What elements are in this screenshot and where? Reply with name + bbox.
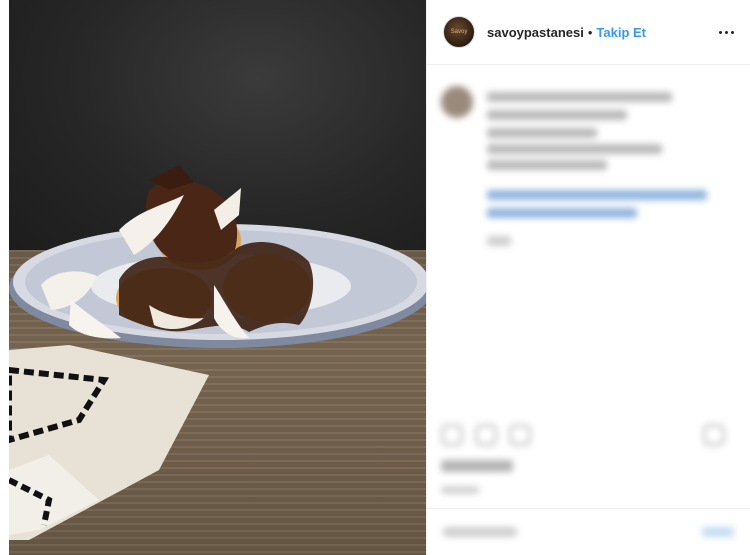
separator-dot: • xyxy=(587,24,593,40)
likes-count[interactable] xyxy=(441,460,513,472)
follow-button[interactable]: Takip Et xyxy=(596,25,646,40)
post-date xyxy=(441,486,479,494)
caption-line xyxy=(487,144,662,154)
comment-input[interactable] xyxy=(443,527,517,537)
caption-link[interactable] xyxy=(487,208,637,218)
post-sidebar: Savoy savoypastanesi • Takip Et xyxy=(426,0,750,555)
caption-line xyxy=(487,92,672,102)
dessert-illustration xyxy=(9,165,426,540)
share-icon[interactable] xyxy=(509,424,531,446)
bookmark-icon[interactable] xyxy=(703,424,725,446)
left-gutter xyxy=(0,0,9,555)
caption-time xyxy=(487,236,511,246)
caption-line xyxy=(487,160,607,170)
post-header: Savoy savoypastanesi • Takip Et xyxy=(427,0,750,65)
username[interactable]: savoypastanesi xyxy=(487,25,584,40)
comment-icon[interactable] xyxy=(475,424,497,446)
caption-line xyxy=(487,128,597,138)
caption-avatar xyxy=(441,86,473,118)
more-options-icon[interactable] xyxy=(716,22,736,42)
heart-icon[interactable] xyxy=(441,424,463,446)
post-comment-button[interactable] xyxy=(702,527,734,537)
comment-bar xyxy=(427,508,750,555)
post-photo[interactable] xyxy=(9,0,426,555)
caption-link[interactable] xyxy=(487,190,707,200)
post-container: Savoy savoypastanesi • Takip Et xyxy=(0,0,750,555)
avatar[interactable]: Savoy xyxy=(443,16,475,48)
caption-line xyxy=(487,110,627,120)
avatar-logo-text: Savoy xyxy=(450,29,468,35)
